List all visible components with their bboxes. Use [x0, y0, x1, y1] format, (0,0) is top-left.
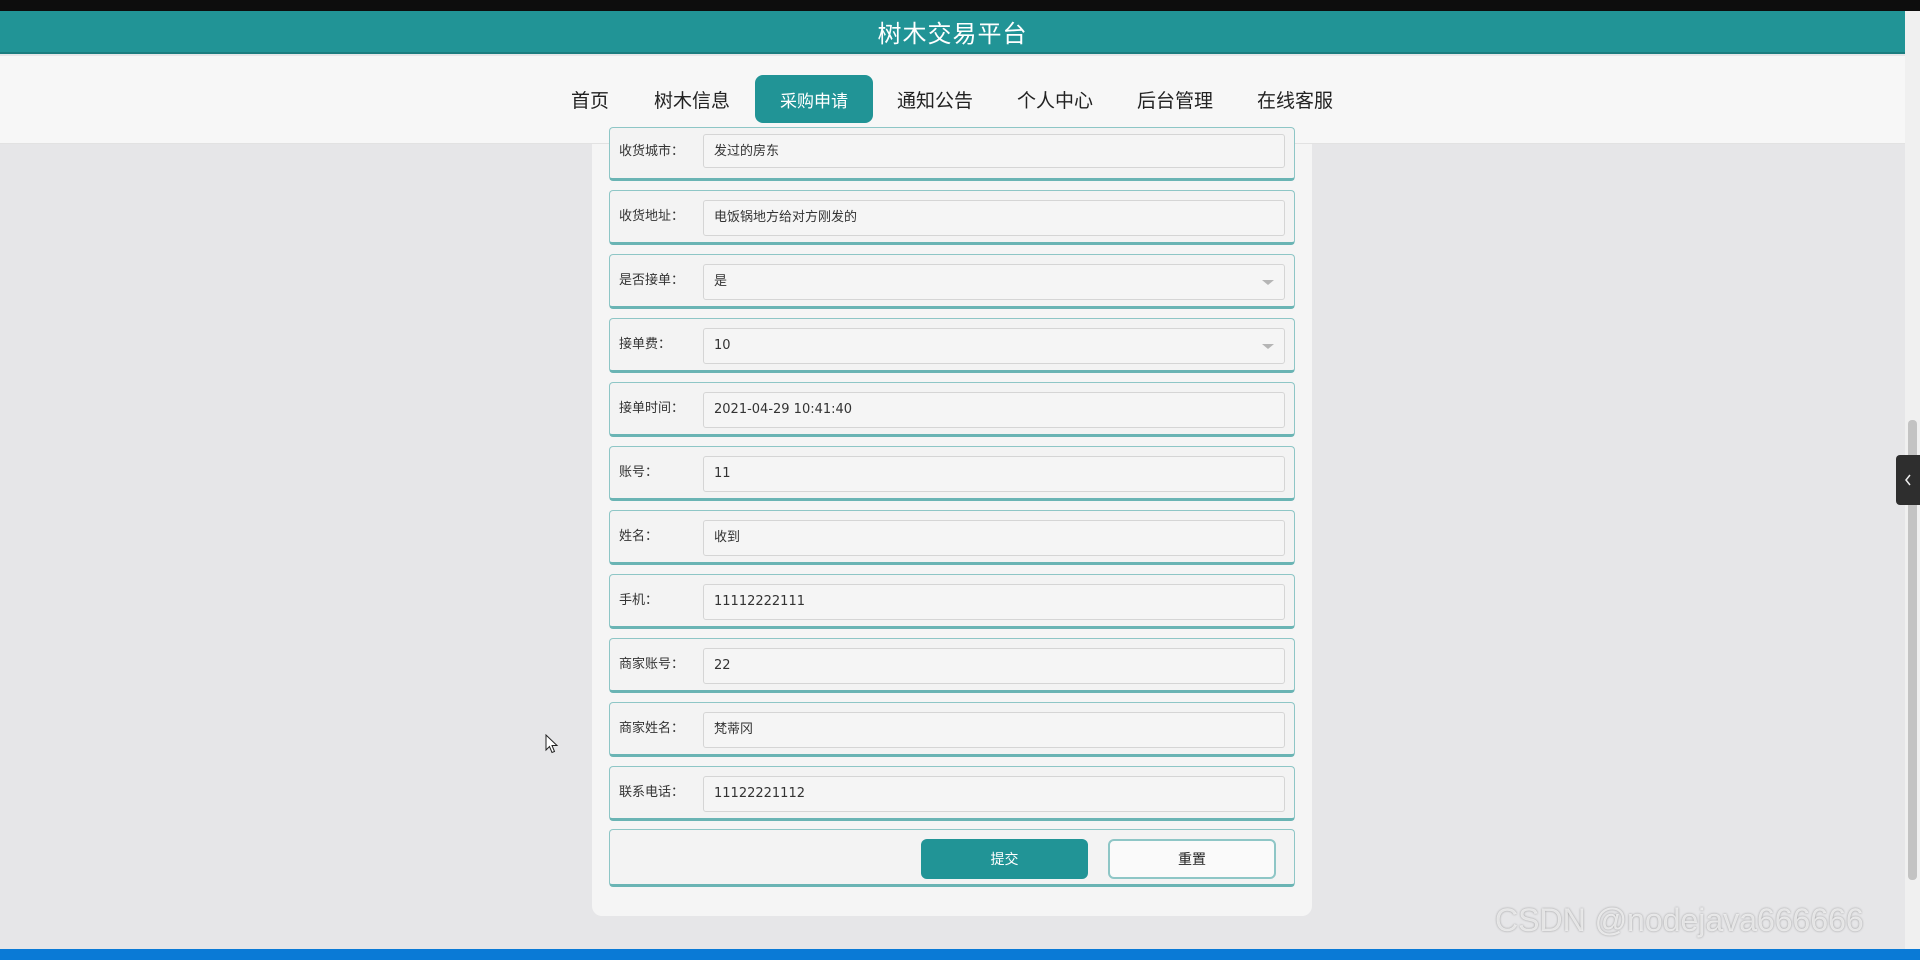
site-header: 树木交易平台 [0, 11, 1905, 54]
field-label: 商家账号： [619, 657, 685, 672]
field-label: 手机： [619, 593, 659, 608]
order-fee-select[interactable]: 10 [703, 328, 1285, 364]
csdn-watermark: CSDN @nodejava666666 [1495, 902, 1864, 938]
form-row-phone: 手机： 11112222111 [609, 574, 1295, 629]
nav-item-purchase-request[interactable]: 采购申请 [755, 75, 873, 123]
field-label: 收货城市： [619, 144, 685, 159]
field-label: 接单时间： [619, 401, 685, 416]
phone-input[interactable]: 11112222111 [703, 584, 1285, 620]
order-time-input[interactable]: 2021-04-29 10:41:40 [703, 392, 1285, 428]
form-actions: 提交 重置 [609, 829, 1295, 887]
form-row-merchant-name: 商家姓名： 梵蒂冈 [609, 702, 1295, 757]
field-label: 接单费： [619, 337, 672, 352]
field-label: 是否接单： [619, 273, 685, 288]
window-bottom-bar [0, 949, 1920, 960]
mouse-cursor-icon [545, 734, 559, 754]
site-title: 树木交易平台 [877, 20, 1028, 48]
contact-phone-input[interactable]: 11122221112 [703, 776, 1285, 812]
reset-button[interactable]: 重置 [1108, 839, 1276, 879]
form-row-receive-city: 收货城市： 发过的房东 [609, 127, 1295, 181]
field-label: 收货地址： [619, 209, 685, 224]
merchant-account-input[interactable]: 22 [703, 648, 1285, 684]
nav-item-notices[interactable]: 通知公告 [895, 75, 975, 123]
form-row-order-fee: 接单费： 10 [609, 318, 1295, 373]
side-panel-toggle[interactable] [1896, 455, 1920, 505]
receive-address-input[interactable]: 电饭锅地方给对方刚发的 [703, 200, 1285, 236]
form-row-contact-phone: 联系电话： 11122221112 [609, 766, 1295, 821]
name-input[interactable]: 收到 [703, 520, 1285, 556]
form-row-account: 账号： 11 [609, 446, 1295, 501]
select-value: 是 [714, 274, 728, 289]
field-label: 联系电话： [619, 785, 685, 800]
chevron-down-icon [1262, 344, 1274, 349]
form-row-order-time: 接单时间： 2021-04-29 10:41:40 [609, 382, 1295, 437]
nav-item-admin[interactable]: 后台管理 [1135, 75, 1215, 123]
form-row-accept-order: 是否接单： 是 [609, 254, 1295, 309]
window-top-edge [0, 0, 1920, 11]
account-input[interactable]: 11 [703, 456, 1285, 492]
merchant-name-input[interactable]: 梵蒂冈 [703, 712, 1285, 748]
field-label: 商家姓名： [619, 721, 685, 736]
chevron-left-icon [1905, 474, 1911, 486]
receive-city-input[interactable]: 发过的房东 [703, 134, 1285, 168]
form-row-merchant-account: 商家账号： 22 [609, 638, 1295, 693]
nav-item-home[interactable]: 首页 [565, 75, 615, 123]
select-value: 10 [714, 338, 731, 353]
chevron-down-icon [1262, 280, 1274, 285]
form-row-receive-address: 收货地址： 电饭锅地方给对方刚发的 [609, 190, 1295, 245]
accept-order-select[interactable]: 是 [703, 264, 1285, 300]
nav-item-online-service[interactable]: 在线客服 [1255, 75, 1335, 123]
submit-button[interactable]: 提交 [921, 839, 1088, 879]
nav-item-personal-center[interactable]: 个人中心 [1015, 75, 1095, 123]
field-label: 姓名： [619, 529, 659, 544]
form-row-name: 姓名： 收到 [609, 510, 1295, 565]
field-label: 账号： [619, 465, 659, 480]
nav-item-tree-info[interactable]: 树木信息 [650, 75, 734, 123]
